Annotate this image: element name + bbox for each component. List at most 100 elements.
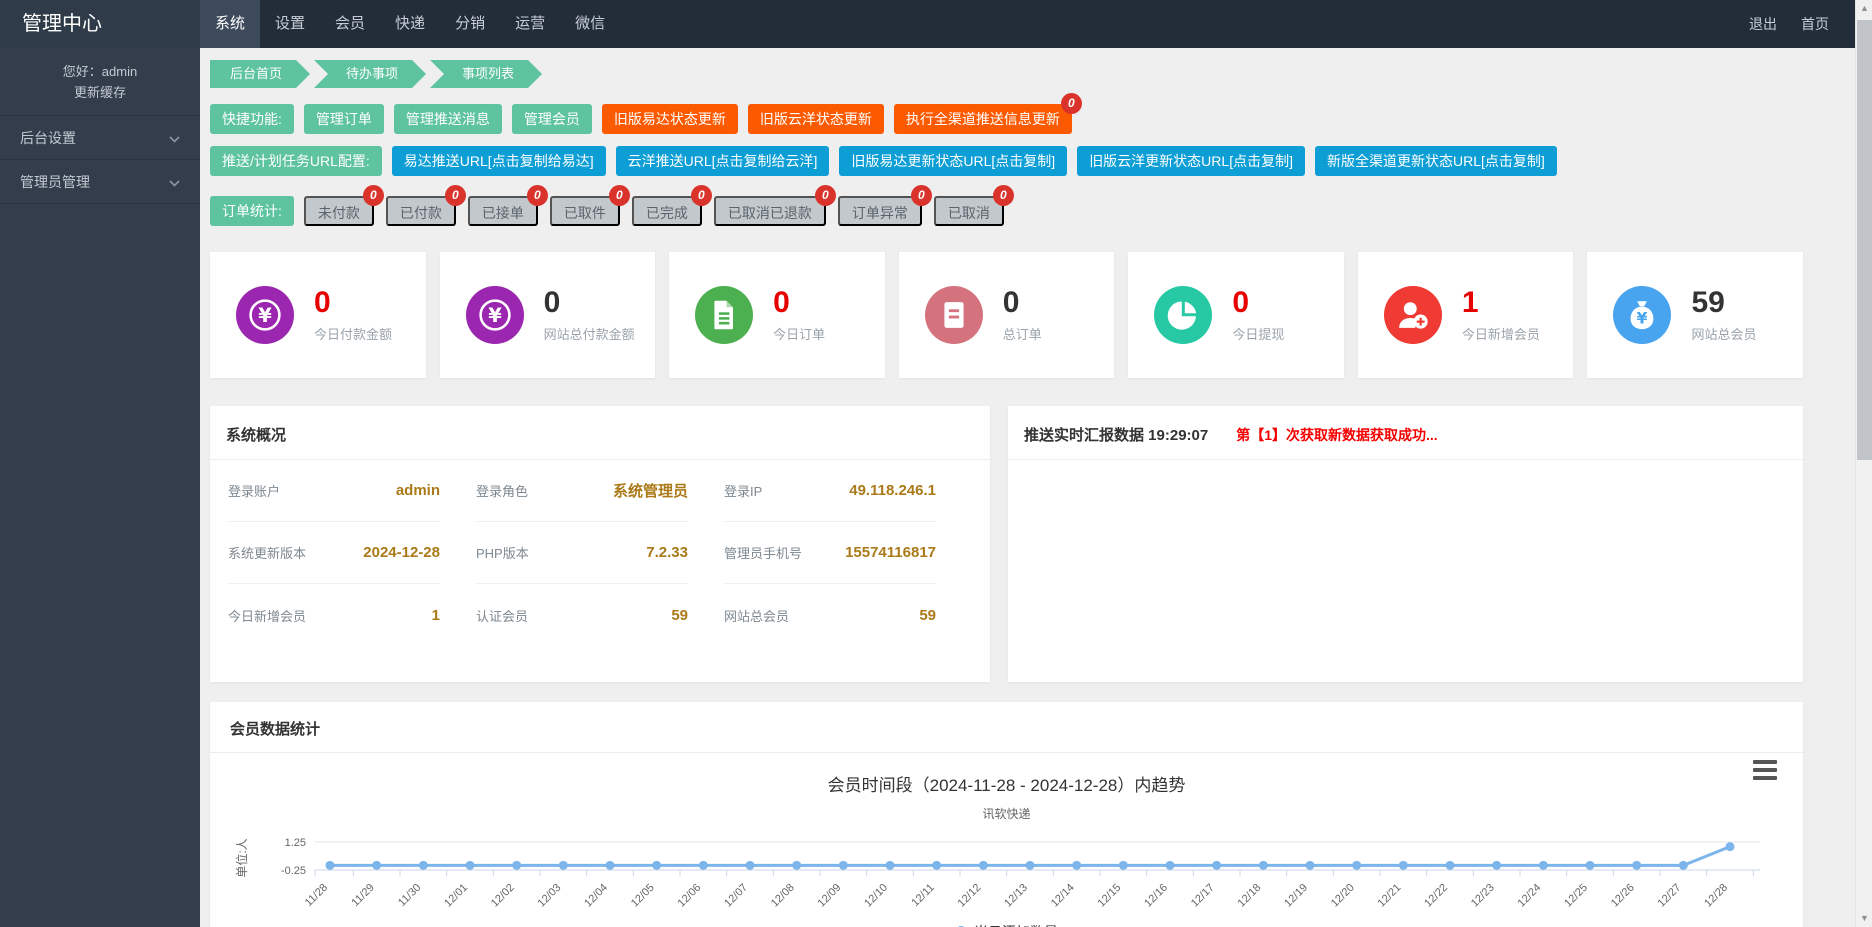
nav-item-operations[interactable]: 运营 <box>500 0 560 48</box>
svg-text:12/09: 12/09 <box>816 882 844 910</box>
system-overview-row: 系统更新版本 2024-12-28 PHP版本7.2.33 管理员手机号1557411… <box>226 522 974 584</box>
badge-wrap-completed: 已完成0 <box>632 196 702 226</box>
button-old-yunyang-status-update[interactable]: 旧版云洋状态更新 <box>748 104 884 134</box>
breadcrumb-item-list[interactable]: 事项列表 <box>430 60 542 88</box>
yen-circle-icon: ¥ <box>466 286 524 344</box>
stat-card-value: 0 <box>314 287 392 319</box>
svg-text:12/23: 12/23 <box>1469 882 1497 910</box>
push-report-status: 第【1】次获取新数据获取成功... <box>1236 425 1437 445</box>
sidebar-item-backend-settings[interactable]: 后台设置 <box>0 116 200 160</box>
overview-cell: 认证会员59 <box>476 584 688 646</box>
divider <box>1008 459 1803 460</box>
scrollbar-thumb[interactable] <box>1857 20 1872 460</box>
money-bag-icon: ¥ <box>1613 286 1671 344</box>
button-old-yunyang-update-status-url[interactable]: 旧版云洋更新状态URL[点击复制] <box>1077 146 1305 176</box>
svg-text:12/12: 12/12 <box>956 882 984 910</box>
button-new-all-channel-update-status-url[interactable]: 新版全渠道更新状态URL[点击复制] <box>1315 146 1557 176</box>
button-old-yida-update-status-url[interactable]: 旧版易达更新状态URL[点击复制] <box>839 146 1067 176</box>
divider <box>210 752 1803 753</box>
svg-text:12/28: 12/28 <box>1702 882 1730 910</box>
overview-label: 系统更新版本 <box>228 543 306 562</box>
svg-text:12/20: 12/20 <box>1329 882 1357 910</box>
button-manage-push-messages[interactable]: 管理推送消息 <box>394 104 502 134</box>
svg-text:单位:人: 单位:人 <box>234 838 249 877</box>
badge-wrap-unpaid: 未付款0 <box>304 196 374 226</box>
svg-text:12/13: 12/13 <box>1002 882 1030 910</box>
overview-label: 登录角色 <box>476 481 528 500</box>
button-old-yida-status-update[interactable]: 旧版易达状态更新 <box>602 104 738 134</box>
stat-card-site-total-payment-amount: ¥0网站总付款金额 <box>440 252 656 378</box>
nav-item-wechat[interactable]: 微信 <box>560 0 620 48</box>
stat-card-total-orders: 0总订单 <box>899 252 1115 378</box>
chart-legend[interactable]: 当日添加数量 <box>230 922 1783 927</box>
overview-value: 59 <box>919 607 936 624</box>
stat-card-today-withdrawals: 0今日提现 <box>1128 252 1344 378</box>
count-badge: 0 <box>911 185 932 206</box>
button-manage-members[interactable]: 管理会员 <box>512 104 592 134</box>
scrollbar-up-icon[interactable]: ▲ <box>1856 0 1872 17</box>
refresh-cache-link[interactable]: 更新缓存 <box>0 82 200 103</box>
overview-cell: 管理员手机号15574116817 <box>724 522 936 584</box>
nav-link-home[interactable]: 首页 <box>1789 0 1841 48</box>
overview-label: 管理员手机号 <box>724 543 802 562</box>
sidebar-item-admin-management[interactable]: 管理员管理 <box>0 160 200 204</box>
button-run-all-channel-push-update[interactable]: 执行全渠道推送信息更新 <box>894 104 1072 134</box>
button-push-cron-url-config-label[interactable]: 推送/计划任务URL配置: <box>210 146 382 176</box>
main-menu: 系统设置会员快递分销运营微信 <box>200 0 620 48</box>
svg-text:12/26: 12/26 <box>1609 882 1637 910</box>
svg-text:12/05: 12/05 <box>629 882 657 910</box>
overview-cell: PHP版本7.2.33 <box>476 522 688 584</box>
svg-text:-0.25: -0.25 <box>281 865 306 877</box>
push-report-panel: 推送实时汇报数据 19:29:07 第【1】次获取新数据获取成功... <box>1008 406 1803 682</box>
count-badge: 0 <box>445 185 466 206</box>
overview-value: 2024-12-28 <box>363 544 440 561</box>
order-tag-order-abnormal[interactable]: 订单异常 <box>838 196 922 226</box>
document-icon <box>695 286 753 344</box>
overview-label: 认证会员 <box>476 606 528 625</box>
stat-card-info: 0今日订单 <box>773 287 825 343</box>
chart-menu-icon[interactable] <box>1753 760 1777 780</box>
nav-item-settings[interactable]: 设置 <box>260 0 320 48</box>
button-order-stats-label[interactable]: 订单统计: <box>210 196 294 226</box>
button-manage-orders[interactable]: 管理订单 <box>304 104 384 134</box>
nav-item-members[interactable]: 会员 <box>320 0 380 48</box>
stat-card-label: 网站总付款金额 <box>544 324 635 343</box>
nav-right-links: 退出首页 <box>1737 0 1855 48</box>
order-stats-row: 订单统计:未付款0已付款0已接单0已取件0已完成0已取消已退款0订单异常0已取消… <box>210 196 1803 226</box>
svg-text:12/24: 12/24 <box>1516 882 1544 910</box>
svg-text:12/03: 12/03 <box>536 882 564 910</box>
breadcrumb-todo-items[interactable]: 待办事项 <box>314 60 426 88</box>
scrollbar-down-icon[interactable]: ▼ <box>1856 910 1872 927</box>
stat-card-label: 今日订单 <box>773 324 825 343</box>
stat-card-info: 0今日提现 <box>1232 287 1284 343</box>
stat-card-today-payment-amount: ¥0今日付款金额 <box>210 252 426 378</box>
badge-wrap-order-abnormal: 订单异常0 <box>838 196 922 226</box>
badge-wrap-accepted: 已接单0 <box>468 196 538 226</box>
stat-card-label: 今日付款金额 <box>314 324 392 343</box>
svg-text:12/18: 12/18 <box>1236 882 1264 910</box>
nav-item-system[interactable]: 系统 <box>200 0 260 48</box>
stat-cards: ¥0今日付款金额¥0网站总付款金额0今日订单0总订单0今日提现1今日新增会员¥5… <box>210 252 1803 378</box>
greeting-text: 您好：admin <box>0 61 200 82</box>
top-navbar: 管理中心 系统设置会员快递分销运营微信 退出首页 <box>0 0 1855 48</box>
badge-wrap-cancelled: 已取消0 <box>934 196 1004 226</box>
svg-text:12/19: 12/19 <box>1282 882 1310 910</box>
button-quick-functions-label[interactable]: 快捷功能: <box>210 104 294 134</box>
stat-card-value: 0 <box>1003 287 1042 319</box>
button-yunyang-push-url[interactable]: 云洋推送URL[点击复制给云洋] <box>616 146 830 176</box>
order-tag-cancelled-refunded[interactable]: 已取消已退款 <box>714 196 826 226</box>
nav-link-logout[interactable]: 退出 <box>1737 0 1789 48</box>
overview-value: admin <box>396 482 440 499</box>
overview-label: PHP版本 <box>476 543 529 562</box>
nav-item-distribution[interactable]: 分销 <box>440 0 500 48</box>
breadcrumb: 后台首页待办事项事项列表 <box>210 60 1803 88</box>
svg-text:12/01: 12/01 <box>442 882 470 910</box>
system-overview-grid: 登录账户admin登录角色系统管理员登录IP49.118.246.1系统更新版本… <box>226 460 974 646</box>
button-yida-push-url[interactable]: 易达推送URL[点击复制给易达] <box>392 146 606 176</box>
note-icon <box>925 286 983 344</box>
sidebar-menu: 后台设置管理员管理 <box>0 116 200 204</box>
user-add-icon <box>1384 286 1442 344</box>
nav-item-express[interactable]: 快递 <box>380 0 440 48</box>
push-report-title: 推送实时汇报数据 19:29:07 <box>1024 424 1208 445</box>
breadcrumb-backend-home[interactable]: 后台首页 <box>210 60 310 88</box>
